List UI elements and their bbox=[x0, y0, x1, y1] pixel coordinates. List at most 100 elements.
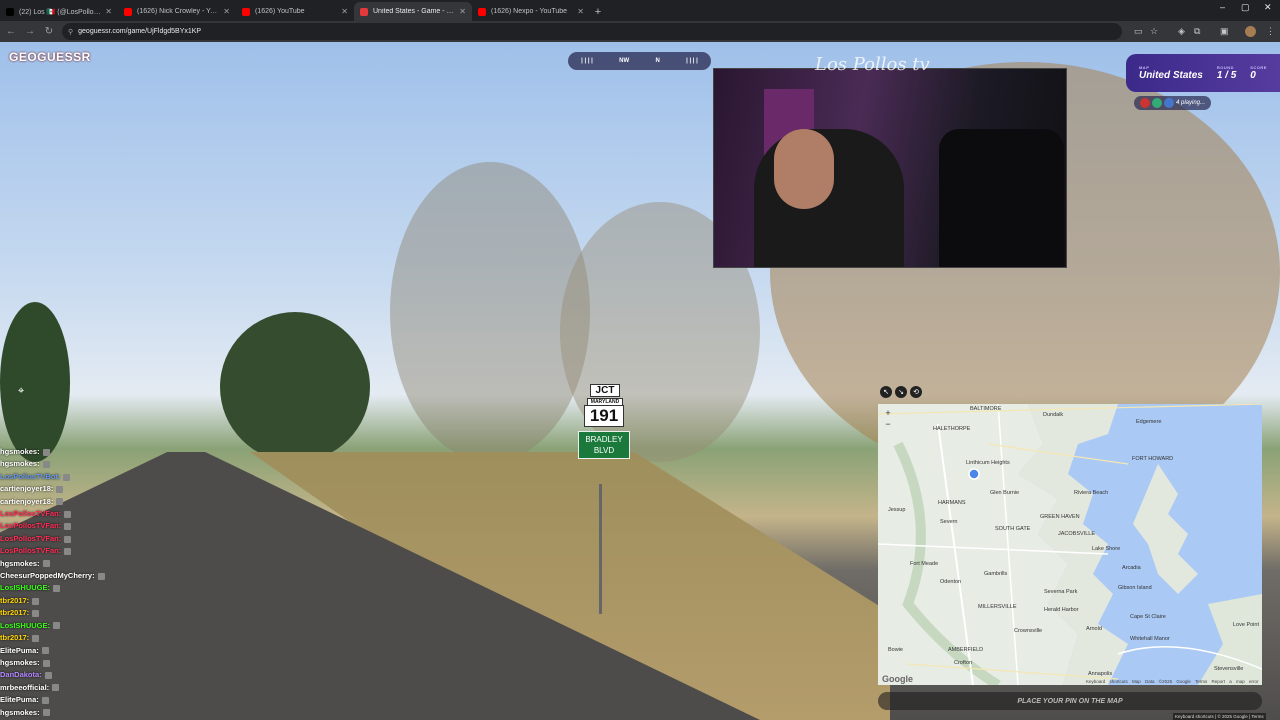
site-info-icon[interactable]: ⚲ bbox=[68, 28, 73, 36]
chat-message: tbr2017: bbox=[0, 632, 130, 644]
chat-username: cartienjoyer18: bbox=[0, 496, 54, 506]
profile-avatar[interactable] bbox=[1245, 26, 1256, 37]
chat-message: LosPollosTVFan: bbox=[0, 545, 130, 557]
geoguessr-icon bbox=[360, 7, 368, 16]
chat-message: LosPollosTVFan: bbox=[0, 508, 130, 520]
street-view-panorama[interactable]: GEOGUESSR | | | | NW N | | | | Los Pollo… bbox=[0, 42, 1280, 720]
emote-icon bbox=[56, 485, 64, 493]
sign-post bbox=[599, 484, 602, 614]
map-label-fortmeade: Fort Meade bbox=[910, 561, 939, 567]
url-text: geoguessr.com/game/UjFldgd5BYx1KP bbox=[78, 28, 202, 35]
menu-icon[interactable]: ⋮ bbox=[1266, 26, 1275, 37]
chat-username: tbr2017: bbox=[0, 595, 30, 605]
emote-icon bbox=[64, 510, 72, 518]
zoom-out-button[interactable]: − bbox=[882, 419, 894, 430]
close-tab-icon[interactable]: ✕ bbox=[341, 7, 348, 16]
chat-username: cartienjoyer18: bbox=[0, 484, 54, 494]
chat-username: hgsmokes: bbox=[0, 447, 40, 456]
tab-strip: (22) Los 🇲🇽 (@LosPollosTV) / X✕(1626) Ni… bbox=[0, 0, 1280, 21]
map-label-halethorpe: HALETHORPE bbox=[933, 426, 971, 432]
chat-message: LosISHUUGE: bbox=[0, 620, 130, 632]
emote-icon bbox=[32, 597, 40, 605]
chat-username: hgsmokes: bbox=[0, 657, 40, 667]
chat-message: ElitePuma: bbox=[0, 645, 130, 657]
guess-map[interactable]: BALTIMORE Dundalk Edgemere HALETHORPE Linthi… bbox=[878, 404, 1262, 685]
chat-username: hgsmokes: bbox=[0, 558, 40, 568]
emote-icon bbox=[42, 560, 50, 568]
chat-message: hgsmokes: bbox=[0, 657, 130, 669]
close-tab-icon[interactable]: ✕ bbox=[577, 7, 584, 16]
pin-map-icon[interactable]: ⟲ bbox=[910, 386, 922, 398]
map-label-severnapark: Severna Park bbox=[1044, 589, 1078, 595]
reload-icon[interactable]: ↻ bbox=[41, 26, 57, 37]
tab-title: (1626) Nick Crowley - YouTube bbox=[137, 8, 220, 15]
close-tab-icon[interactable]: ✕ bbox=[105, 7, 112, 16]
chat-message: hgsmokes: bbox=[0, 458, 130, 470]
player-avatar bbox=[1152, 98, 1162, 108]
street-sign: BRADLEY BLVD bbox=[578, 431, 630, 459]
emote-icon bbox=[53, 622, 61, 630]
map-label-arcadia: Arcadia bbox=[1122, 565, 1141, 571]
map-label-crofton: Crofton bbox=[954, 660, 973, 666]
map-label-greenhaven: GREEN HAVEN bbox=[1040, 514, 1080, 520]
tab-title: United States - Game - GeoGuessr bbox=[373, 8, 456, 15]
score-value: 0 bbox=[1250, 70, 1256, 81]
forward-icon[interactable]: → bbox=[22, 26, 38, 37]
shrink-map-icon[interactable]: ↘ bbox=[895, 386, 907, 398]
new-tab-button[interactable]: + bbox=[590, 2, 606, 21]
chat-username: LosPollosTVFan: bbox=[0, 546, 62, 556]
emote-icon bbox=[56, 498, 64, 506]
location-pin-icon[interactable]: ⌖ bbox=[18, 385, 24, 398]
map-label-riviera: Riviera Beach bbox=[1074, 490, 1109, 496]
chat-message: ElitePuma: bbox=[0, 694, 130, 706]
map-label-dundalk: Dundalk bbox=[1043, 412, 1064, 418]
emote-icon bbox=[42, 448, 50, 456]
address-bar[interactable]: ⚲ geoguessr.com/game/UjFldgd5BYx1KP bbox=[62, 23, 1122, 40]
emote-icon bbox=[52, 684, 60, 692]
tab-1[interactable]: (1626) Nick Crowley - YouTube✕ bbox=[118, 2, 236, 21]
close-tab-icon[interactable]: ✕ bbox=[459, 7, 466, 16]
emote-icon bbox=[41, 647, 49, 655]
chat-username: ElitePuma: bbox=[0, 695, 39, 705]
chat-message: LosPollosTVBot: bbox=[0, 471, 130, 483]
streamer-webcam bbox=[713, 68, 1067, 268]
map-attribution[interactable]: Keyboard shortcuts Map Data ©2025 Google… bbox=[1086, 679, 1259, 684]
close-window-button[interactable]: ✕ bbox=[1264, 2, 1272, 13]
map-label-bowie: Bowie bbox=[888, 647, 903, 653]
players-indicator[interactable]: 4 playing... bbox=[1134, 96, 1212, 110]
emote-icon bbox=[42, 709, 50, 717]
game-status-panel: MAP United States ROUND 1 / 5 SCORE 0 bbox=[1126, 54, 1280, 92]
tab-4[interactable]: (1626) Nexpo - YouTube ✕ bbox=[472, 2, 590, 21]
extension-icon[interactable]: ◈ bbox=[1178, 26, 1185, 37]
compass-ticks: | | | | bbox=[686, 58, 698, 64]
zoom-in-button[interactable]: + bbox=[882, 408, 894, 419]
extensions-puzzle-icon[interactable]: ⧉ bbox=[1194, 26, 1200, 37]
expand-map-icon[interactable]: ↖ bbox=[880, 386, 892, 398]
tab-2[interactable]: (1626) YouTube ✕ bbox=[236, 2, 354, 21]
score-stat: SCORE 0 bbox=[1250, 65, 1267, 81]
streetview-footer[interactable]: Keyboard shortcuts | © 2025 Google | Ter… bbox=[1173, 713, 1266, 720]
maximize-button[interactable]: ▢ bbox=[1241, 2, 1250, 13]
state-sign: MARYLAND bbox=[587, 398, 623, 406]
chat-username: tbr2017: bbox=[0, 633, 30, 643]
junction-sign: JCT bbox=[590, 384, 620, 397]
chat-username: hgsmokes: bbox=[0, 707, 40, 717]
google-logo: Google bbox=[882, 674, 913, 684]
geoguessr-logo[interactable]: GEOGUESSR bbox=[9, 50, 91, 64]
map-name: United States bbox=[1138, 70, 1203, 81]
youtube-icon bbox=[124, 7, 132, 16]
chat-message: cartienjoyer18: bbox=[0, 483, 130, 495]
back-icon[interactable]: ← bbox=[3, 26, 19, 37]
close-tab-icon[interactable]: ✕ bbox=[223, 7, 230, 16]
cast-icon[interactable]: ▭ bbox=[1134, 26, 1143, 37]
guess-button[interactable]: PLACE YOUR PIN ON THE MAP bbox=[878, 692, 1262, 710]
map-label-baltimore: BALTIMORE bbox=[970, 406, 1002, 412]
bookmark-star-icon[interactable]: ☆ bbox=[1150, 26, 1158, 37]
map-label-gambrills: Gambrills bbox=[984, 571, 1008, 577]
sidepanel-icon[interactable]: ▣ bbox=[1220, 26, 1229, 37]
road-sign: JCT MARYLAND 191 BRADLEY BLVD bbox=[578, 384, 630, 459]
minimize-button[interactable]: – bbox=[1220, 2, 1225, 12]
tab-3[interactable]: United States - Game - GeoGuessr✕ bbox=[354, 2, 472, 21]
tab-0[interactable]: (22) Los 🇲🇽 (@LosPollosTV) / X✕ bbox=[0, 2, 118, 21]
chat-username: LosISHUUGE: bbox=[0, 620, 51, 630]
